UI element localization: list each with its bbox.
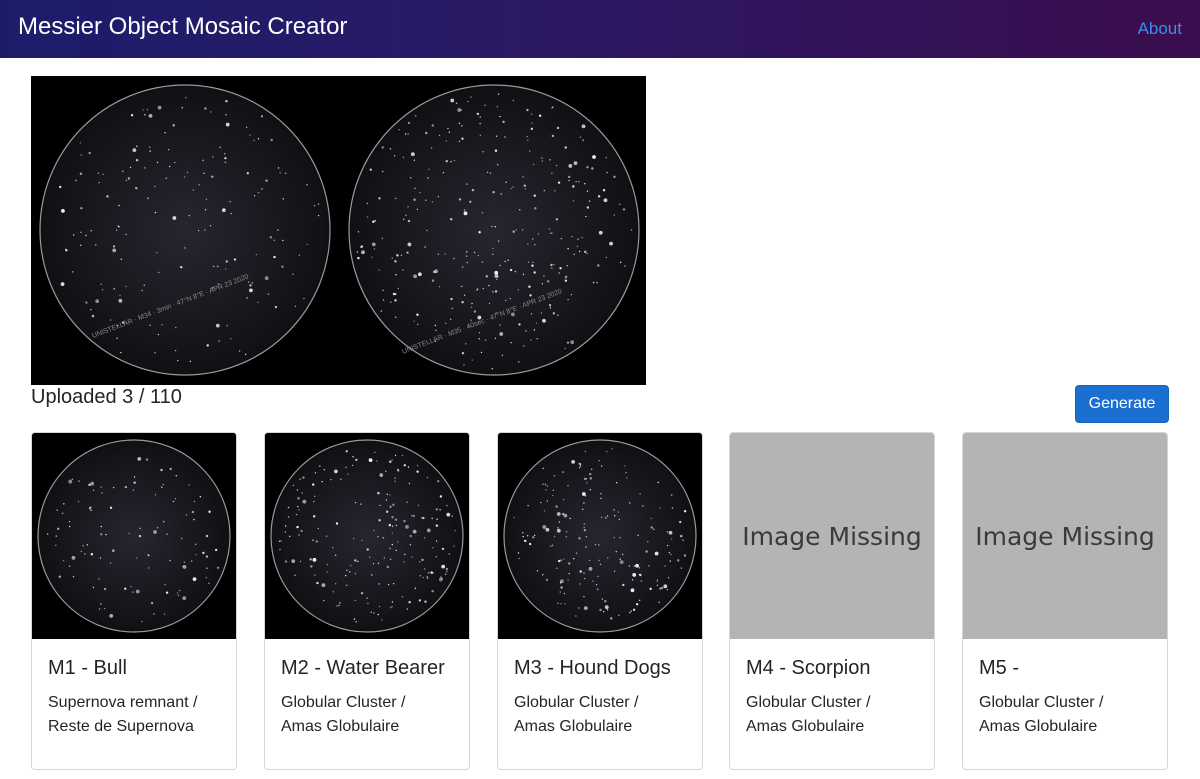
- image-missing-text: Image Missing: [742, 521, 922, 551]
- object-card-m2[interactable]: M2 - Water Bearer Globular Cluster / Ama…: [264, 432, 470, 770]
- card-description-line: Globular Cluster /: [979, 694, 1104, 711]
- card-description: Supernova remnant / Reste de Supernova: [48, 691, 228, 739]
- card-description-line: Reste de Supernova: [48, 718, 194, 735]
- about-link[interactable]: About: [1138, 19, 1182, 39]
- image-missing-placeholder: Image Missing: [963, 433, 1167, 639]
- card-title: M1 - Bull: [48, 657, 127, 679]
- card-description-line: Amas Globulaire: [514, 718, 633, 735]
- card-description-line: Globular Cluster /: [281, 694, 406, 711]
- object-card-m3[interactable]: M3 - Hound Dogs Globular Cluster / Amas …: [497, 432, 703, 770]
- image-missing-placeholder: Image Missing: [730, 433, 934, 639]
- card-image: [498, 433, 702, 639]
- mosaic-preview: UNISTELLAR · M34 · 3min · 47°N 8°E · APR…: [31, 76, 646, 385]
- card-description-line: Globular Cluster /: [514, 694, 639, 711]
- generate-button[interactable]: Generate: [1075, 385, 1169, 423]
- card-title: M5 -: [979, 657, 1019, 679]
- object-card-list: M1 - Bull Supernova remnant / Reste de S…: [31, 432, 1171, 772]
- navbar: Messier Object Mosaic Creator About: [0, 0, 1200, 58]
- card-image: [32, 433, 236, 639]
- image-missing-text: Image Missing: [975, 521, 1155, 551]
- card-description-line: Amas Globulaire: [281, 718, 400, 735]
- card-description-line: Globular Cluster /: [746, 694, 871, 711]
- card-description-line: Amas Globulaire: [979, 718, 1098, 735]
- card-title: M4 - Scorpion: [746, 657, 871, 679]
- card-image: [265, 433, 469, 639]
- mosaic-image: UNISTELLAR · M34 · 3min · 47°N 8°E · APR…: [31, 76, 646, 385]
- card-description: Globular Cluster / Amas Globulaire: [746, 691, 926, 739]
- card-description-line: Amas Globulaire: [746, 718, 865, 735]
- card-description: Globular Cluster / Amas Globulaire: [281, 691, 461, 739]
- upload-status: Uploaded 3 / 110: [31, 386, 182, 408]
- card-description-line: Supernova remnant /: [48, 694, 198, 711]
- object-card-m5[interactable]: Image Missing M5 - Globular Cluster / Am…: [962, 432, 1168, 770]
- card-title: M2 - Water Bearer: [281, 657, 445, 679]
- card-title: M3 - Hound Dogs: [514, 657, 671, 679]
- card-description: Globular Cluster / Amas Globulaire: [979, 691, 1159, 739]
- app-title: Messier Object Mosaic Creator: [18, 13, 348, 40]
- object-card-m4[interactable]: Image Missing M4 - Scorpion Globular Clu…: [729, 432, 935, 770]
- object-card-m1[interactable]: M1 - Bull Supernova remnant / Reste de S…: [31, 432, 237, 770]
- card-description: Globular Cluster / Amas Globulaire: [514, 691, 694, 739]
